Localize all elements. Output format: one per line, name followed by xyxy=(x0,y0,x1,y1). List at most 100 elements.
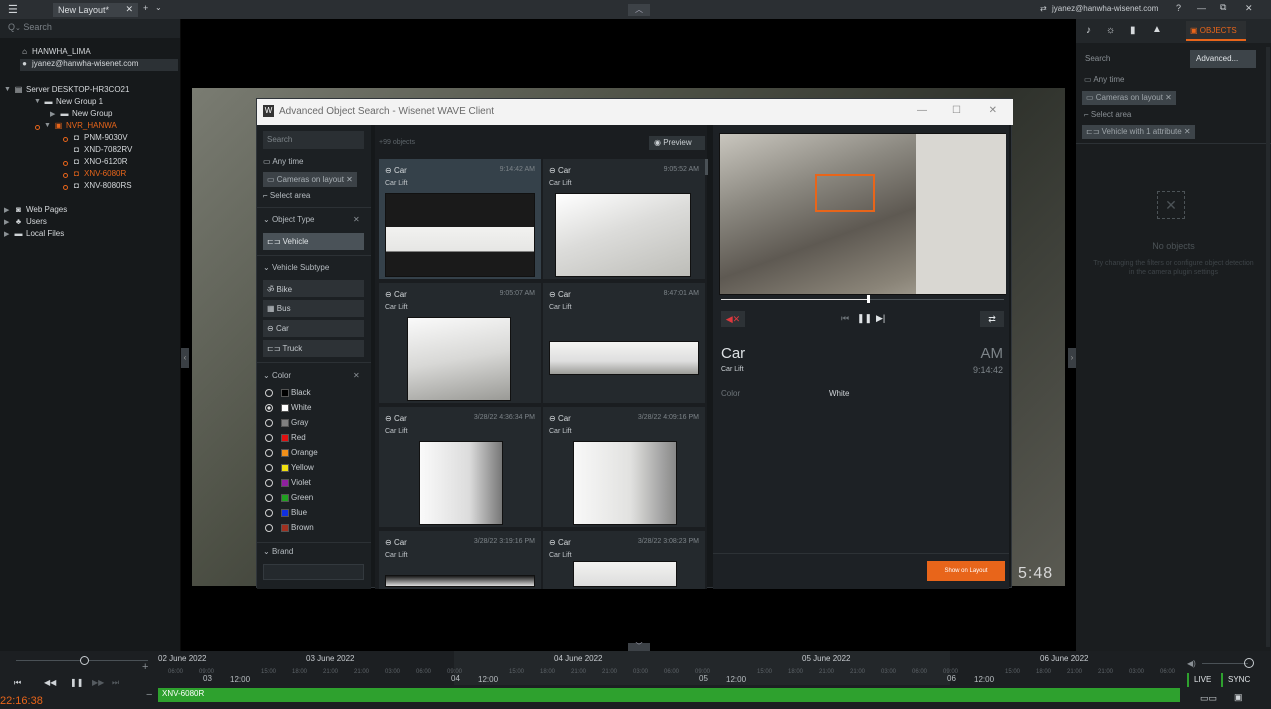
collapse-arrow-icon[interactable]: ▶ xyxy=(4,230,9,238)
preview-toggle-button[interactable]: ◉ Preview xyxy=(649,136,705,150)
bookmark-icon[interactable]: ▮ xyxy=(1130,25,1136,36)
maximize-icon[interactable]: ⧉ xyxy=(1220,2,1226,13)
mute-icon[interactable]: ◀✕ xyxy=(721,311,745,327)
current-user[interactable]: jyanez@hanwha-wisenet.com xyxy=(1052,4,1158,13)
object-type-header[interactable]: ⌄ Object Type xyxy=(263,215,314,224)
result-card[interactable]: ⊖ Car 9:14:42 AM Car Lift xyxy=(379,159,541,279)
color-option[interactable]: Red xyxy=(263,432,363,445)
collapse-arrow-icon[interactable]: ▶ xyxy=(50,110,55,118)
nvr-node[interactable]: ▣ NVR_HANWA xyxy=(54,121,117,133)
dialog-close-icon[interactable]: ✕ xyxy=(989,105,997,116)
radio-button[interactable] xyxy=(265,419,273,427)
camera-node[interactable]: ◘ XNO-6120R xyxy=(72,157,128,169)
select-area-filter[interactable]: ⌐ Select area xyxy=(263,191,310,200)
zoom-out-icon[interactable]: − xyxy=(146,689,152,701)
expand-arrow-icon[interactable]: ▼ xyxy=(34,98,41,105)
dialog-maximize-icon[interactable]: ☐ xyxy=(952,105,961,116)
right-cameras-chip[interactable]: ▭ Cameras on layout ✕ xyxy=(1082,91,1176,105)
remove-chip-icon[interactable]: ✕ xyxy=(1184,127,1191,136)
radio-button[interactable] xyxy=(265,524,273,532)
advanced-button[interactable]: Advanced... xyxy=(1190,50,1256,68)
users-node[interactable]: ♣ Users xyxy=(14,217,47,229)
camera-node[interactable]: ◘ XNV-8080RS xyxy=(72,181,132,193)
collapse-left-panel-icon[interactable]: ‹ xyxy=(181,348,189,368)
right-scrollbar[interactable] xyxy=(1266,47,1270,647)
any-time-filter[interactable]: ▭ Any time xyxy=(263,157,303,166)
new-tab-icon[interactable]: + xyxy=(143,3,148,13)
car-subtype-button[interactable]: ⊖ Car xyxy=(263,320,364,337)
color-option[interactable]: Black xyxy=(263,387,363,400)
system-node[interactable]: ⌂ HANWHA_LIMA xyxy=(20,47,91,59)
forward-icon[interactable]: ▶▶ xyxy=(92,678,104,687)
loop-icon[interactable]: ⇄ xyxy=(980,311,1004,327)
brand-header[interactable]: ⌄ Brand xyxy=(263,547,293,556)
color-option[interactable]: Gray xyxy=(263,417,363,430)
close-window-icon[interactable]: ✕ xyxy=(1245,3,1253,14)
volume-icon[interactable]: ◀) xyxy=(1187,659,1196,668)
bell-icon[interactable]: ♪ xyxy=(1086,25,1091,36)
expand-arrow-icon[interactable]: ▼ xyxy=(4,86,11,93)
thumbnails-icon[interactable]: ▭▭ xyxy=(1200,693,1217,704)
server-node[interactable]: ▤ Server DESKTOP-HR3CO21 xyxy=(14,85,130,97)
results-scrollbar[interactable] xyxy=(705,159,708,175)
brand-input[interactable] xyxy=(263,564,364,580)
radio-button[interactable] xyxy=(265,449,273,457)
zoom-in-icon[interactable]: + xyxy=(142,661,148,673)
result-card[interactable]: ⊖ Car 9:05:07 AM Car Lift xyxy=(379,283,541,403)
truck-subtype-button[interactable]: ⊏⊐ Truck xyxy=(263,340,364,357)
group-node[interactable]: ▬ New Group xyxy=(60,109,113,121)
radio-button[interactable] xyxy=(265,389,273,397)
remove-chip-icon[interactable]: ✕ xyxy=(346,175,353,184)
color-option[interactable]: White xyxy=(263,402,363,415)
speed-slider-handle[interactable] xyxy=(80,656,89,665)
result-card[interactable]: ⊖ Car 9:05:52 AM Car Lift xyxy=(543,159,705,279)
radio-button[interactable] xyxy=(265,494,273,502)
calendar-icon[interactable]: ▣ xyxy=(1234,692,1243,703)
color-option[interactable]: Yellow xyxy=(263,462,363,475)
main-menu-icon[interactable]: ☰ xyxy=(8,3,18,16)
cameras-on-layout-chip[interactable]: ▭ Cameras on layout ✕ xyxy=(263,172,357,187)
motion-icon[interactable]: ☼ xyxy=(1106,25,1115,36)
dialog-search-input[interactable]: Search xyxy=(263,131,364,149)
result-card[interactable]: ⊖ Car 3/28/22 3:19:16 PM Car Lift xyxy=(379,531,541,589)
collapse-top-icon[interactable]: ︿ xyxy=(628,4,650,16)
recording-bar[interactable] xyxy=(158,688,1180,702)
vehicle-type-button[interactable]: ⊏⊐ Vehicle xyxy=(263,233,364,250)
color-option[interactable]: Violet xyxy=(263,477,363,490)
volume-slider-handle[interactable] xyxy=(1244,658,1254,668)
timeline-track[interactable]: 02 June 2022 03 June 2022 04 June 2022 0… xyxy=(158,651,1180,709)
rewind-icon[interactable]: ◀◀ xyxy=(44,678,56,687)
collapse-arrow-icon[interactable]: ▶ xyxy=(4,206,9,214)
camera-node-selected[interactable]: ◘ XNV-6080R xyxy=(72,169,126,181)
radio-button[interactable] xyxy=(265,434,273,442)
dialog-minimize-icon[interactable]: — xyxy=(917,105,927,116)
minimize-icon[interactable]: — xyxy=(1197,3,1206,13)
result-card[interactable]: ⊖ Car 8:47:01 AM Car Lift xyxy=(543,283,705,403)
expand-arrow-icon[interactable]: ▼ xyxy=(44,122,51,129)
camera-node[interactable]: ◘ PNM-9030V xyxy=(72,133,128,145)
user-node[interactable]: ● jyanez@hanwha-wisenet.com xyxy=(20,59,178,71)
bike-subtype-button[interactable]: ॐ Bike xyxy=(263,280,364,297)
group-node[interactable]: ▬ New Group 1 xyxy=(44,97,104,109)
camera-node[interactable]: ◘ XND-7082RV xyxy=(72,145,132,157)
remove-chip-icon[interactable]: ✕ xyxy=(1165,93,1172,102)
right-search-input[interactable]: Search xyxy=(1082,50,1182,68)
warning-icon[interactable]: ▲ xyxy=(1152,24,1162,35)
result-card[interactable]: ⊖ Car 3/28/22 3:08:23 PM Car Lift xyxy=(543,531,705,589)
vehicle-attribute-chip[interactable]: ⊏⊐ Vehicle with 1 attribute ✕ xyxy=(1082,125,1195,139)
web-pages-node[interactable]: ◙ Web Pages xyxy=(14,205,67,217)
result-card[interactable]: ⊖ Car 3/28/22 4:36:34 PM Car Lift xyxy=(379,407,541,527)
pause-playback-icon[interactable]: ❚❚ xyxy=(70,678,83,687)
jump-end-icon[interactable]: ⏭ xyxy=(112,678,119,688)
collapse-arrow-icon[interactable]: ▶ xyxy=(4,218,9,226)
result-card[interactable]: ⊖ Car 3/28/22 4:09:16 PM Car Lift xyxy=(543,407,705,527)
color-option[interactable]: Orange xyxy=(263,447,363,460)
color-header[interactable]: ⌄ Color xyxy=(263,371,291,380)
live-button[interactable]: LIVE xyxy=(1187,673,1219,687)
color-option[interactable]: Brown xyxy=(263,522,363,535)
color-option[interactable]: Green xyxy=(263,492,363,505)
close-tab-icon[interactable]: ✕ xyxy=(125,4,133,15)
radio-button[interactable] xyxy=(265,404,273,412)
radio-button[interactable] xyxy=(265,479,273,487)
clear-object-type-icon[interactable]: ✕ xyxy=(353,215,360,224)
